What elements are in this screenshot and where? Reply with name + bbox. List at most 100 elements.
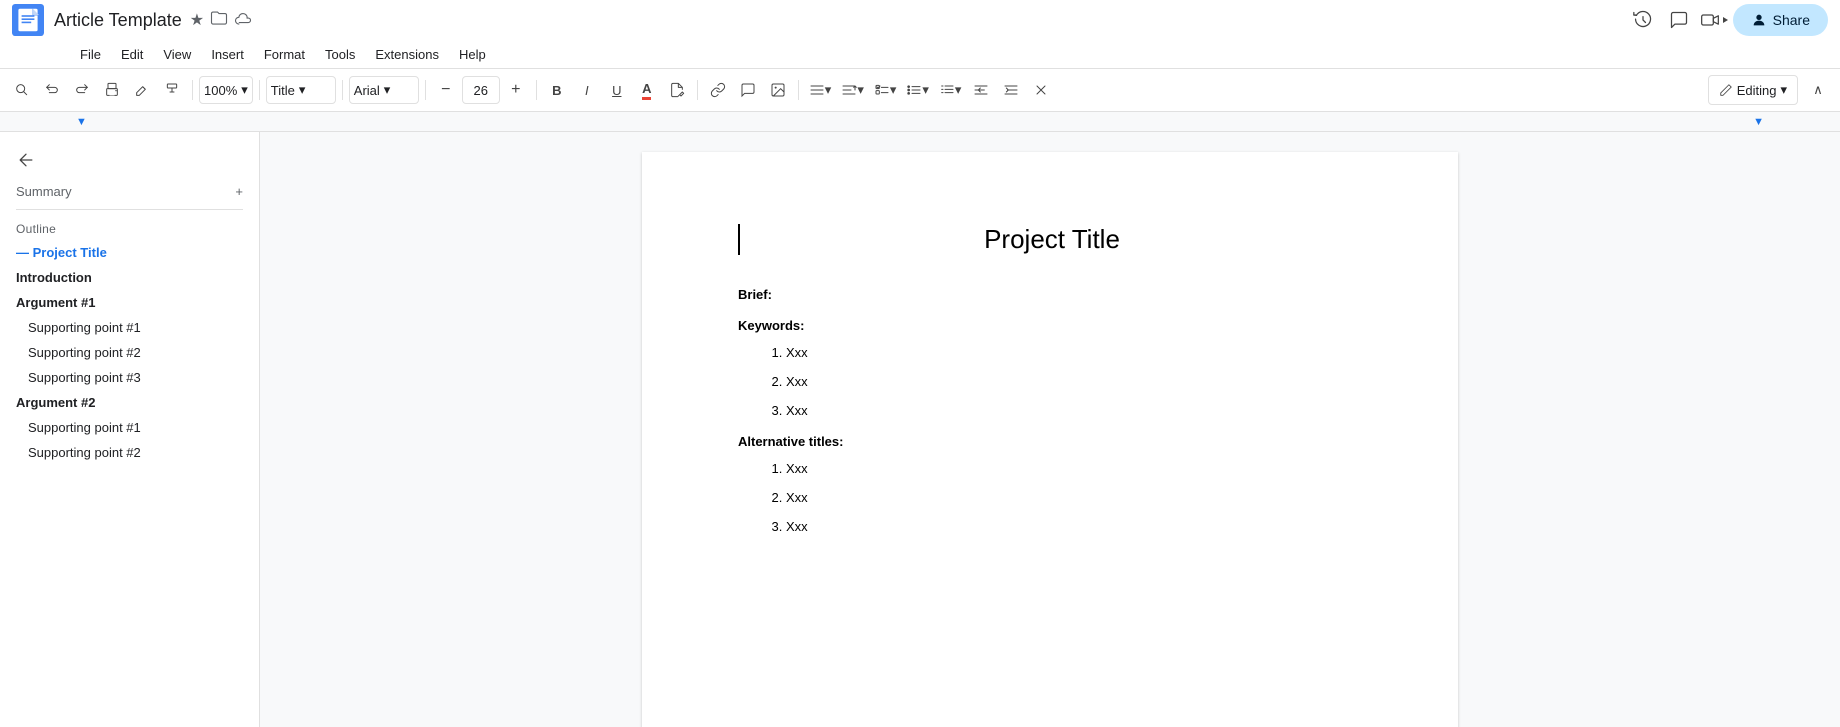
outline-item-supporting-2-1[interactable]: Supporting point #1: [0, 415, 251, 440]
alt-titles-label: Alternative titles:: [738, 434, 1362, 449]
sep6: [697, 80, 698, 100]
menu-bar: File Edit View Insert Format Tools Exten…: [0, 40, 1840, 68]
outline-item-supporting-1-3[interactable]: Supporting point #3: [0, 365, 251, 390]
decrease-font-button[interactable]: −: [432, 75, 460, 105]
doc-area[interactable]: Project Title Brief: Keywords: Xxx Xxx X…: [260, 132, 1840, 727]
clear-format-button[interactable]: [1027, 75, 1055, 105]
underline-button[interactable]: U: [603, 75, 631, 105]
alt-titles-section: Alternative titles: Xxx Xxx Xxx: [738, 434, 1362, 534]
outline-item-argument1[interactable]: Argument #1: [0, 290, 251, 315]
style-value: Title: [271, 83, 295, 98]
outline-item-introduction[interactable]: Introduction: [0, 265, 251, 290]
highlight-button[interactable]: [663, 75, 691, 105]
sep3: [342, 80, 343, 100]
share-button[interactable]: Share: [1733, 4, 1828, 36]
alt-title-2[interactable]: Xxx: [786, 490, 1362, 505]
toolbar: 100% ▾ Title ▾ Arial ▾ − + B I U A ▾ ▾: [0, 68, 1840, 112]
align-button[interactable]: ▾: [805, 75, 836, 105]
increase-font-button[interactable]: +: [502, 75, 530, 105]
summary-label: Summary: [16, 184, 72, 199]
document-title[interactable]: Project Title: [738, 224, 1362, 255]
font-value: Arial: [354, 83, 380, 98]
summary-row[interactable]: Summary +: [0, 178, 259, 205]
font-color-button[interactable]: A: [633, 75, 661, 105]
print-button[interactable]: [98, 75, 126, 105]
keyword-3[interactable]: Xxx: [786, 403, 1362, 418]
redo-button[interactable]: [68, 75, 96, 105]
ruler-left-triangle: ▼: [76, 116, 87, 128]
menu-tools[interactable]: Tools: [315, 44, 365, 65]
folder-icon[interactable]: [210, 9, 228, 32]
keywords-section: Keywords: Xxx Xxx Xxx: [738, 318, 1362, 418]
share-label: Share: [1773, 12, 1810, 28]
collapse-toolbar-button[interactable]: ∧: [1804, 75, 1832, 105]
summary-add-icon[interactable]: +: [235, 184, 243, 199]
insert-comment-button[interactable]: [734, 75, 762, 105]
menu-format[interactable]: Format: [254, 44, 315, 65]
menu-file[interactable]: File: [70, 44, 111, 65]
menu-extensions[interactable]: Extensions: [365, 44, 449, 65]
editing-mode-button[interactable]: Editing ▾: [1708, 75, 1798, 105]
outline-item-supporting-1-2[interactable]: Supporting point #2: [0, 340, 251, 365]
keywords-label: Keywords:: [738, 318, 1362, 333]
alt-title-1[interactable]: Xxx: [786, 461, 1362, 476]
zoom-chevron: ▾: [241, 82, 248, 98]
menu-edit[interactable]: Edit: [111, 44, 153, 65]
title-icons: ★: [190, 9, 252, 32]
font-selector[interactable]: Arial ▾: [349, 76, 419, 104]
editing-label: Editing: [1737, 83, 1777, 98]
search-button[interactable]: [8, 75, 36, 105]
title-bar: Article Template ★ Share: [0, 0, 1840, 40]
menu-insert[interactable]: Insert: [201, 44, 254, 65]
sep2: [259, 80, 260, 100]
outline-label: Outline: [0, 214, 259, 240]
numbered-list-button[interactable]: ▾: [935, 75, 966, 105]
history-button[interactable]: [1625, 2, 1661, 38]
main-layout: Summary + Outline Project Title Introduc…: [0, 132, 1840, 727]
brief-section: Brief:: [738, 287, 1362, 302]
bullet-list-button[interactable]: ▾: [902, 75, 933, 105]
doc-title[interactable]: Article Template: [54, 10, 182, 31]
keyword-1[interactable]: Xxx: [786, 345, 1362, 360]
italic-button[interactable]: I: [573, 75, 601, 105]
star-icon[interactable]: ★: [190, 10, 204, 30]
app-logo: [12, 4, 44, 36]
sep1: [192, 80, 193, 100]
font-size-input[interactable]: [462, 76, 500, 104]
decrease-indent-button[interactable]: [967, 75, 995, 105]
paint-format-button[interactable]: [158, 75, 186, 105]
outline-item-argument2[interactable]: Argument #2: [0, 390, 251, 415]
increase-indent-button[interactable]: [997, 75, 1025, 105]
brief-label: Brief:: [738, 287, 1362, 302]
sep4: [425, 80, 426, 100]
keyword-2[interactable]: Xxx: [786, 374, 1362, 389]
zoom-selector[interactable]: 100% ▾: [199, 76, 253, 104]
menu-view[interactable]: View: [153, 44, 201, 65]
cloud-icon[interactable]: [234, 9, 252, 32]
style-chevron: ▾: [299, 82, 306, 98]
alt-titles-list: Xxx Xxx Xxx: [786, 461, 1362, 534]
font-color-label: A: [642, 81, 651, 100]
comment-button[interactable]: [1661, 2, 1697, 38]
insert-image-button[interactable]: [764, 75, 792, 105]
ruler: ▼ ▼: [0, 112, 1840, 132]
checklist-button[interactable]: ▾: [870, 75, 901, 105]
spellcheck-button[interactable]: [128, 75, 156, 105]
menu-help[interactable]: Help: [449, 44, 496, 65]
zoom-value: 100%: [204, 83, 237, 98]
outline-item-supporting-2-2[interactable]: Supporting point #2: [0, 440, 251, 465]
style-selector[interactable]: Title ▾: [266, 76, 336, 104]
bold-button[interactable]: B: [543, 75, 571, 105]
outline-item-supporting-1-1[interactable]: Supporting point #1: [0, 315, 251, 340]
outline-item-project-title[interactable]: Project Title: [0, 240, 251, 265]
undo-button[interactable]: [38, 75, 66, 105]
ruler-right-triangle: ▼: [1753, 116, 1764, 128]
video-button[interactable]: [1697, 2, 1733, 38]
keywords-list: Xxx Xxx Xxx: [786, 345, 1362, 418]
sep7: [798, 80, 799, 100]
link-button[interactable]: [704, 75, 732, 105]
line-spacing-button[interactable]: ▾: [837, 75, 868, 105]
alt-title-3[interactable]: Xxx: [786, 519, 1362, 534]
sidebar-back-button[interactable]: [0, 142, 259, 178]
doc-page[interactable]: Project Title Brief: Keywords: Xxx Xxx X…: [642, 152, 1458, 727]
